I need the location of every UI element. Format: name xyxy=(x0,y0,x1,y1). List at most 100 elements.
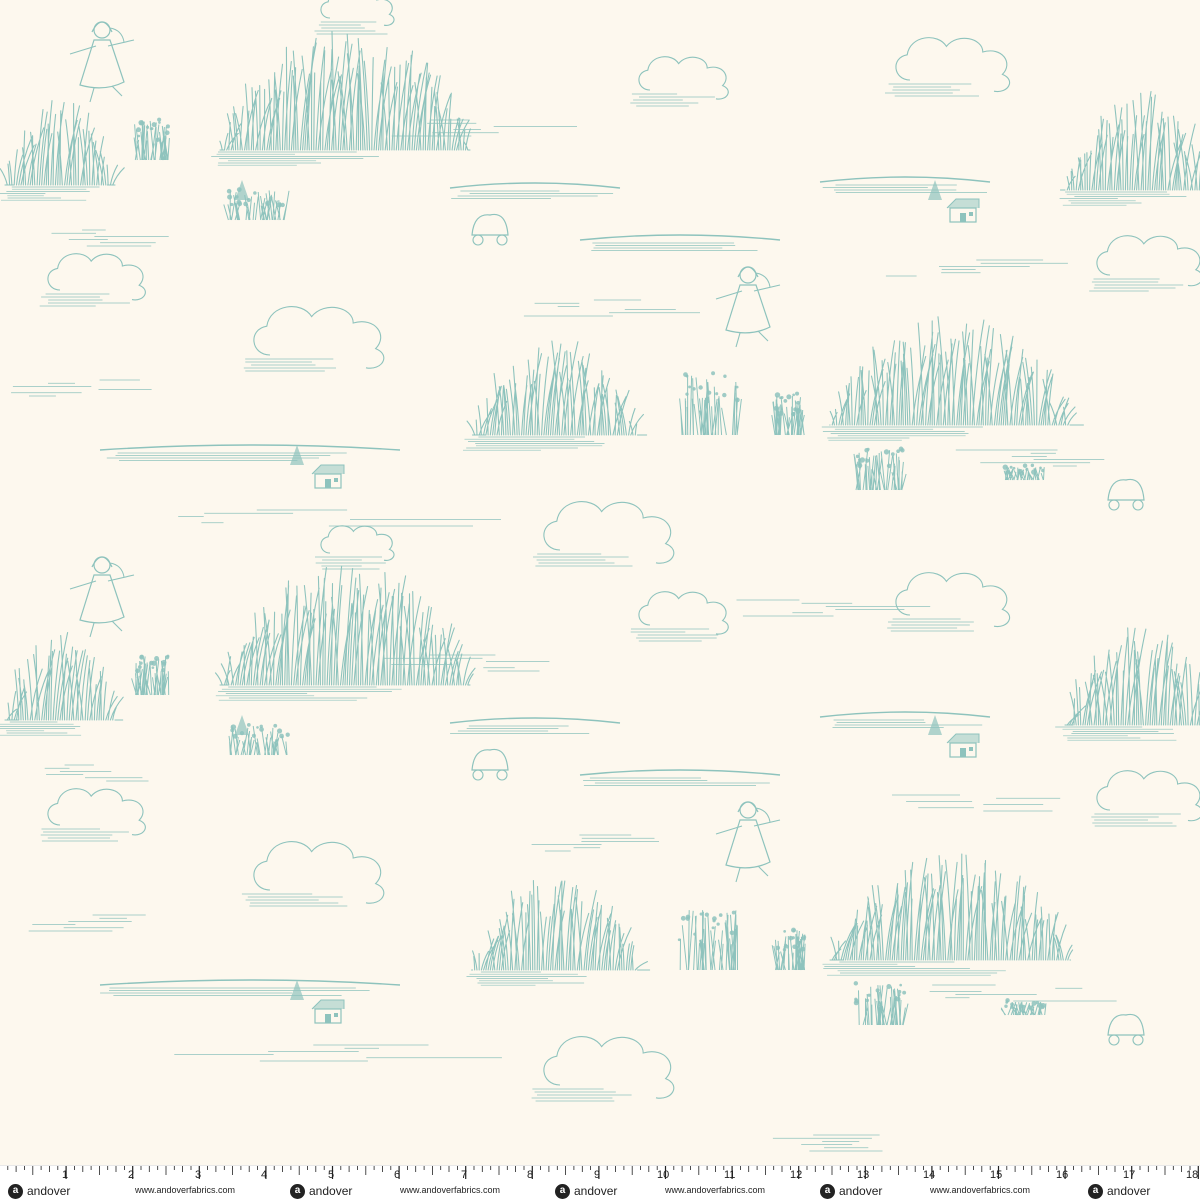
girl-in-bonnet-icon xyxy=(715,266,781,348)
shrub-icon xyxy=(771,391,805,436)
shrub-icon xyxy=(1002,463,1045,481)
cloud-icon xyxy=(887,572,1011,632)
ground-hatching xyxy=(892,794,1061,812)
brand-name: andover xyxy=(1107,1184,1151,1198)
horizon-hill xyxy=(819,176,991,193)
andover-logo: a andover xyxy=(290,1183,352,1199)
cloud-icon xyxy=(533,501,675,567)
prairie-grass-icon xyxy=(1059,90,1200,206)
ground-hatching xyxy=(885,259,1068,277)
ground-hatching xyxy=(736,599,931,617)
andover-logo-icon: a xyxy=(290,1183,305,1199)
andover-logo: a andover xyxy=(8,1183,70,1199)
shrub-icon xyxy=(223,187,290,221)
shrub-icon xyxy=(131,654,170,696)
ground-hatching xyxy=(11,379,152,397)
ruler-number: 13 xyxy=(857,1169,870,1181)
cloud-icon xyxy=(241,841,385,907)
cloud-icon xyxy=(1089,235,1200,292)
ground-hatching xyxy=(44,764,149,782)
horizon-hill xyxy=(579,234,781,251)
covered-wagon-icon xyxy=(471,213,509,246)
ruler-number: 14 xyxy=(923,1169,936,1181)
brand-name: andover xyxy=(574,1184,618,1198)
ruler-number: 11 xyxy=(724,1169,736,1181)
andover-logo-icon: a xyxy=(8,1183,23,1199)
covered-wagon-icon xyxy=(1107,478,1145,511)
girl-in-bonnet-icon xyxy=(715,801,781,883)
ruler-number: 4 xyxy=(261,1169,268,1181)
cloud-icon xyxy=(243,306,385,372)
ruler-number: 18 xyxy=(1186,1169,1199,1181)
prairie-grass-icon xyxy=(821,316,1084,441)
cloud-icon xyxy=(1091,770,1200,827)
andover-logo: a andover xyxy=(820,1183,882,1199)
brand-website: www.andoverfabrics.com xyxy=(400,1185,501,1195)
brand-name: andover xyxy=(309,1184,353,1198)
ground-hatching xyxy=(523,299,700,317)
shrub-icon xyxy=(677,910,738,971)
ruler-number: 15 xyxy=(990,1169,1003,1181)
prairie-grass-icon xyxy=(1055,627,1200,741)
ruler-number: 5 xyxy=(328,1169,335,1181)
ruler-number: 2 xyxy=(128,1169,135,1181)
brand-website: www.andoverfabrics.com xyxy=(930,1185,1031,1195)
girl-in-bonnet-icon xyxy=(69,556,135,638)
cloud-icon xyxy=(531,1036,675,1102)
shrub-icon xyxy=(133,117,170,161)
ground-hatching xyxy=(28,914,146,932)
log-cabin-icon xyxy=(311,999,345,1024)
log-cabin-icon xyxy=(946,733,980,758)
horizon-hill xyxy=(99,444,401,461)
cloud-icon xyxy=(315,525,395,570)
prairie-grass-icon xyxy=(822,853,1074,976)
ground-hatching xyxy=(955,449,1105,467)
ruler-number: 1 xyxy=(62,1169,69,1181)
ruler-number: 17 xyxy=(1123,1169,1136,1181)
prairie-grass-icon xyxy=(211,30,471,166)
log-cabin-icon xyxy=(311,464,345,489)
ruler-number: 10 xyxy=(657,1169,670,1181)
brand-website: www.andoverfabrics.com xyxy=(135,1185,236,1195)
prairie-grass-icon xyxy=(214,565,476,701)
covered-wagon-icon xyxy=(1107,1013,1145,1046)
prairie-grass-icon xyxy=(463,340,648,451)
cloud-icon xyxy=(40,788,146,842)
measurement-ruler: 1 2 3 4 5 6 7 8 9 10 11 12 13 14 15 16 1… xyxy=(0,1165,1200,1201)
horizon-hill xyxy=(449,717,621,734)
toile-pattern-artwork xyxy=(0,0,1200,1152)
pine-tree-icon xyxy=(290,445,304,465)
shrub-icon xyxy=(679,371,742,436)
cloud-icon xyxy=(630,591,729,642)
girl-in-bonnet-icon xyxy=(69,21,135,103)
ruler-number: 9 xyxy=(594,1169,601,1181)
cloud-icon xyxy=(885,37,1011,97)
shrub-icon xyxy=(853,446,907,491)
brand-name: andover xyxy=(839,1184,883,1198)
covered-wagon-icon xyxy=(471,748,509,781)
horizon-hill xyxy=(99,979,401,996)
ground-hatching xyxy=(531,834,659,852)
fabric-swatch-page: 1 2 3 4 5 6 7 8 9 10 11 12 13 14 15 16 1… xyxy=(0,0,1200,1201)
toile-fabric-print xyxy=(0,0,1200,1165)
ground-hatching xyxy=(772,1134,883,1152)
horizon-hill xyxy=(579,769,781,786)
ruler-number: 3 xyxy=(195,1169,202,1181)
prairie-grass-icon xyxy=(0,632,124,736)
prairie-grass-icon xyxy=(0,100,125,201)
ruler-number: 7 xyxy=(461,1169,468,1181)
ruler-number: 8 xyxy=(527,1169,534,1181)
ruler-number: 6 xyxy=(394,1169,401,1181)
shrub-icon xyxy=(853,981,909,1026)
horizon-hill xyxy=(819,711,991,728)
ground-hatching xyxy=(51,229,169,247)
andover-logo: a andover xyxy=(1088,1183,1150,1199)
ground-hatching xyxy=(929,984,1117,1002)
ground-hatching xyxy=(178,509,501,527)
ground-hatching xyxy=(174,1044,502,1062)
andover-logo-icon: a xyxy=(820,1183,835,1199)
prairie-grass-icon xyxy=(466,880,651,986)
pine-tree-icon xyxy=(235,715,249,735)
ruler-number: 16 xyxy=(1056,1169,1069,1181)
ruler-number: 12 xyxy=(790,1169,803,1181)
